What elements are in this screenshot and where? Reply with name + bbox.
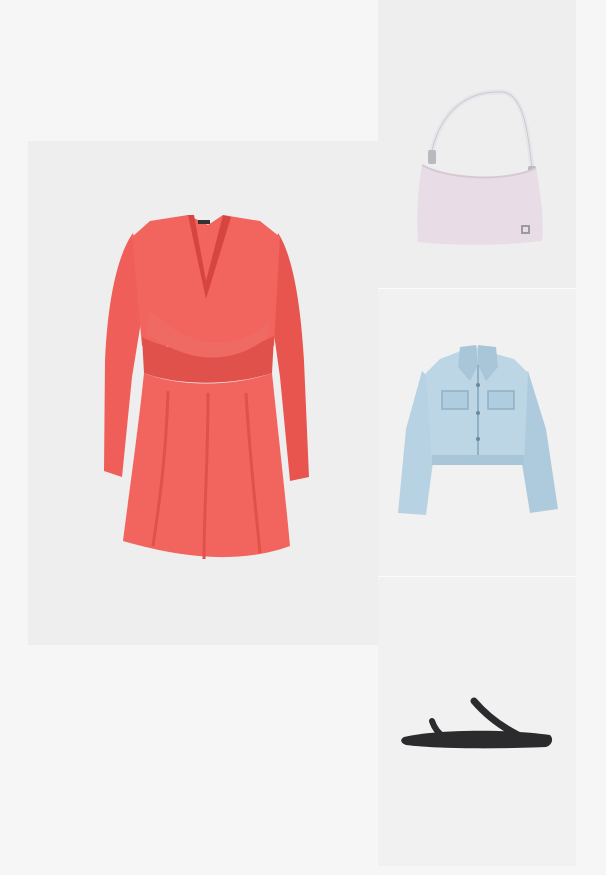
brand-label-icon bbox=[198, 220, 210, 224]
product-tile-dress[interactable] bbox=[28, 141, 378, 645]
bag-image bbox=[417, 89, 543, 245]
product-tile-jacket[interactable] bbox=[378, 289, 576, 577]
tile-divider bbox=[378, 288, 576, 289]
product-tile-sandal[interactable] bbox=[378, 577, 576, 866]
outfit-board: { "outfit": { "items": [ {"id": "dress",… bbox=[0, 0, 606, 875]
tile-divider bbox=[378, 576, 576, 577]
jacket-image bbox=[398, 345, 558, 515]
sandal-image bbox=[401, 697, 553, 749]
product-tile-bag[interactable] bbox=[378, 0, 576, 289]
dress-image bbox=[104, 215, 309, 560]
brand-logo-icon bbox=[521, 225, 530, 234]
